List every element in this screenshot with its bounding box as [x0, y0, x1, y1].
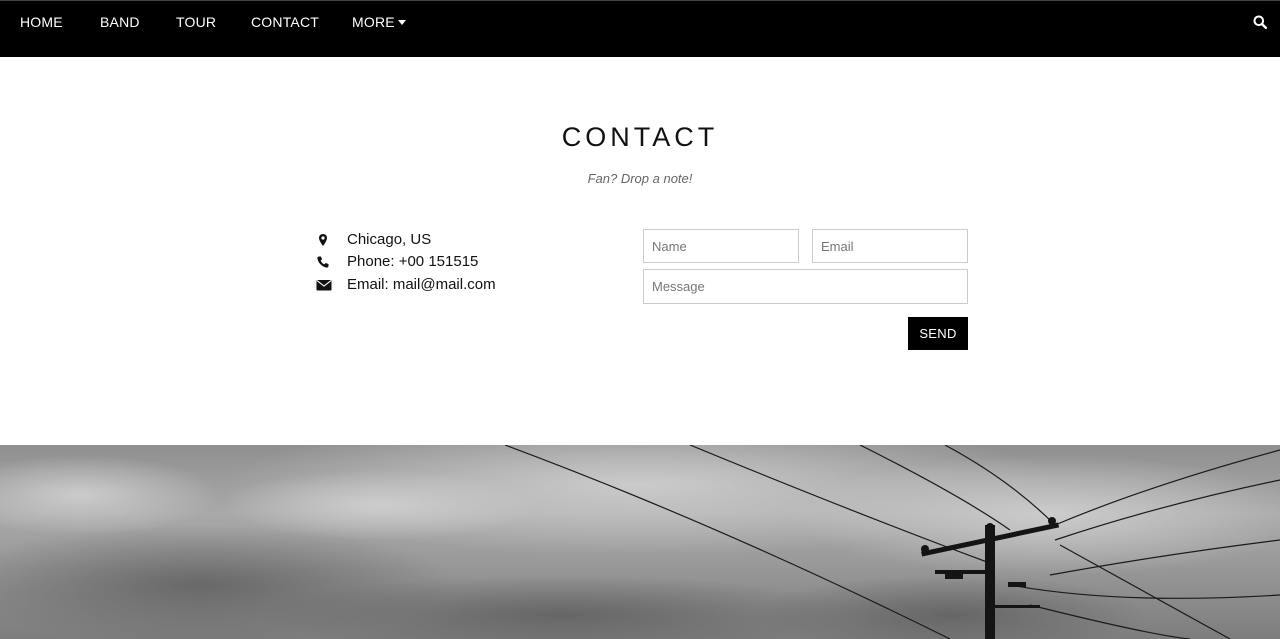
name-input[interactable]: [643, 229, 799, 263]
nav-home[interactable]: HOME: [20, 13, 63, 31]
send-button[interactable]: SEND: [908, 317, 968, 350]
nav-tour[interactable]: TOUR: [176, 13, 216, 31]
email-text: Email: mail@mail.com: [347, 276, 496, 293]
message-input[interactable]: [643, 269, 968, 304]
envelope-icon: [316, 278, 332, 292]
sky-power-lines-photo: [0, 445, 1280, 639]
nav-more-dropdown[interactable]: MORE: [352, 13, 406, 31]
contact-subtitle: Fan? Drop a note!: [587, 171, 693, 186]
search-icon[interactable]: [1253, 15, 1268, 30]
contact-title: CONTACT: [561, 122, 719, 152]
location-text: Chicago, US: [347, 231, 432, 248]
map-marker-icon: [316, 233, 330, 247]
nav-contact[interactable]: CONTACT: [251, 13, 319, 31]
phone-icon: [316, 255, 330, 269]
nav-more-label: MORE: [352, 14, 395, 30]
email-input[interactable]: [812, 229, 968, 263]
caret-down-icon: [397, 20, 406, 25]
top-navbar: HOME BAND TOUR CONTACT MORE: [0, 0, 1280, 57]
phone-text: Phone: +00 151515: [347, 253, 479, 270]
nav-band[interactable]: BAND: [100, 13, 140, 31]
